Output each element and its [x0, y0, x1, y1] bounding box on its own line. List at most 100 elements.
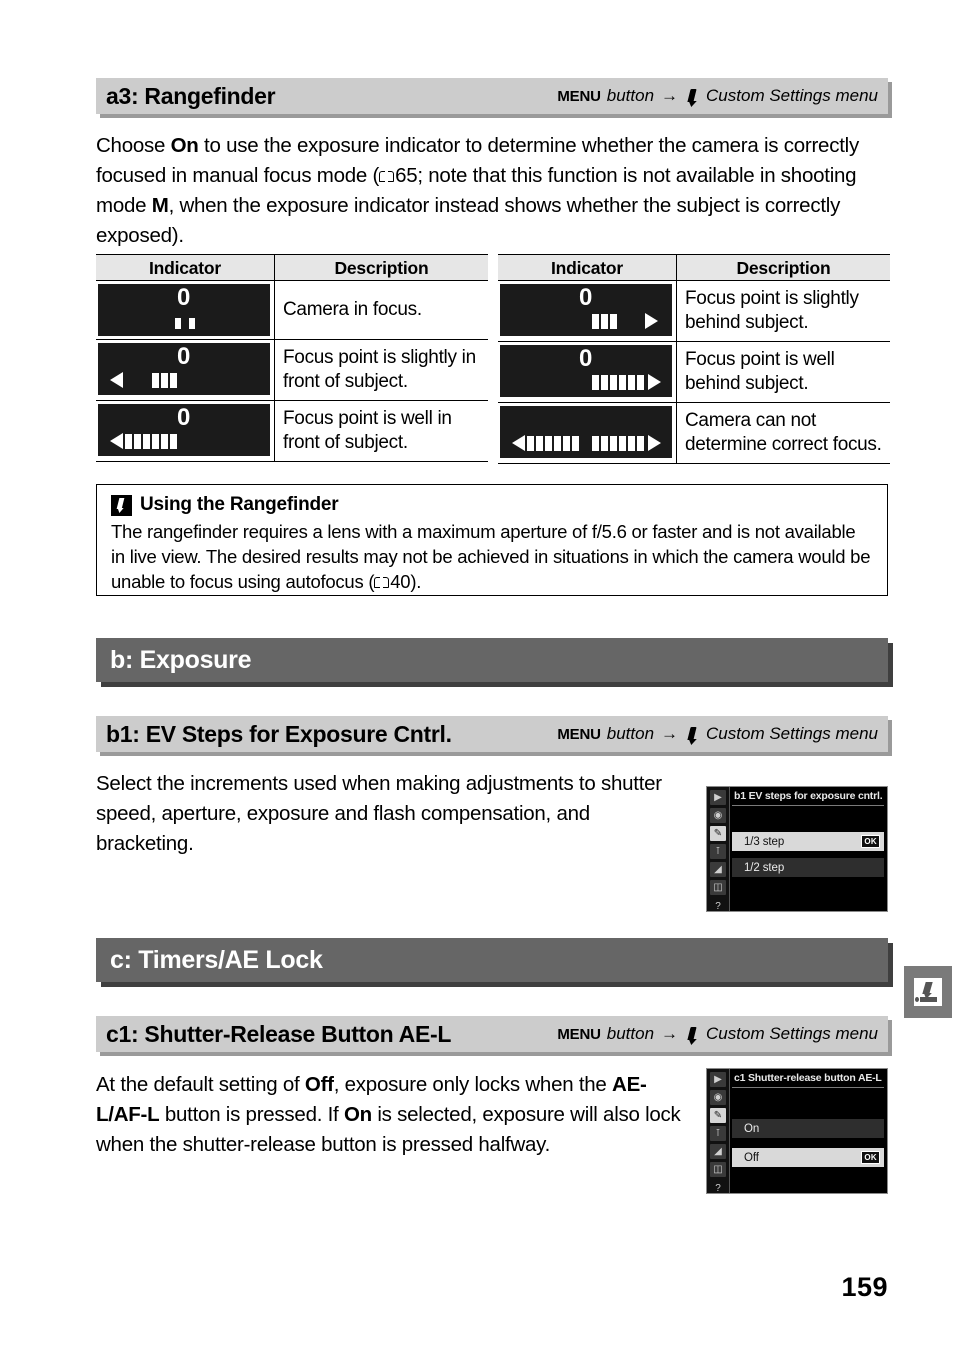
- menu-option-label: 1/2 step: [744, 861, 785, 874]
- note-header: Using the Rangefinder: [111, 494, 873, 516]
- camera-screenshot-b1: ▶ ◉ ✎ ⊺ ◢ ◫ ? b1 EV steps for exposure c…: [706, 786, 888, 912]
- playback-icon[interactable]: ▶: [710, 1072, 726, 1087]
- retouch-icon[interactable]: ◢: [710, 1144, 726, 1159]
- indicator-segment-right: [628, 375, 635, 390]
- retouch-icon[interactable]: ◢: [710, 862, 726, 877]
- indicator-segment-left: [554, 436, 561, 451]
- indicator-segment-right: [610, 375, 617, 390]
- wrench-icon[interactable]: ⊺: [710, 1126, 726, 1141]
- indicator-segment-left: [161, 373, 168, 388]
- menu-button-label: MENU: [557, 87, 601, 105]
- menu-button-label: MENU: [557, 1025, 601, 1043]
- indicator-segment-row: [98, 372, 270, 388]
- indicator-segment-right: [601, 314, 608, 329]
- arrow-right-icon: [645, 313, 658, 329]
- menu-destination-label: Custom Settings menu: [706, 1024, 878, 1043]
- exposure-indicator-display: 0: [98, 404, 270, 456]
- table-row: 0 Focus point is well behind subject.: [498, 342, 890, 403]
- indicator-segment-row: [500, 435, 672, 451]
- note-body-ref: 40).: [390, 571, 422, 592]
- table-row: 0 Focus point is well in front of subject…: [96, 401, 488, 462]
- pencil-icon[interactable]: ✎: [710, 1108, 726, 1123]
- a3-body-bold-on: On: [170, 134, 199, 157]
- table-body: 0 Focus point is slightly behind subject.…: [498, 281, 890, 464]
- indicator-segment-right: [610, 314, 617, 329]
- description-cell: Camera in focus.: [274, 281, 488, 340]
- description-cell: Focus point is slightly behind subject.: [676, 281, 890, 342]
- section-header-b1: b1: EV Steps for Exposure Cntrl. MENU bu…: [96, 716, 888, 752]
- body-paragraph-a3: Choose On to use the exposure indicator …: [96, 131, 891, 251]
- exposure-indicator-display: 0: [500, 345, 672, 397]
- menu-path-a3: MENU button → Custom Settings menu: [557, 86, 878, 106]
- indicator-segment-row: [500, 374, 672, 390]
- tab-bar-shape: [920, 997, 937, 1002]
- exposure-indicator-display: 0: [98, 284, 270, 336]
- ok-badge: OK: [861, 1151, 880, 1164]
- recent-settings-icon[interactable]: ◫: [710, 1162, 726, 1177]
- pencil-icon: [914, 978, 942, 1006]
- menu-option-row[interactable]: 1/2 step: [732, 858, 884, 877]
- table-row: 0 Focus point is slightly in front of sub…: [96, 340, 488, 401]
- description-cell: Focus point is well behind subject.: [676, 342, 890, 403]
- book-reference-icon: [374, 577, 390, 589]
- indicator-tick: [189, 318, 195, 329]
- arrow-right-icon: [648, 374, 661, 390]
- arrow-right-icon: →: [661, 724, 679, 743]
- title-divider: [732, 1087, 884, 1088]
- playback-icon[interactable]: ▶: [710, 790, 726, 805]
- indicator-tick: [175, 318, 181, 329]
- c1-body-bold-off: Off: [304, 1073, 334, 1096]
- exposure-indicator-display: 0: [500, 284, 672, 336]
- page-title-b1: b1: EV Steps for Exposure Cntrl.: [106, 720, 452, 747]
- menu-option-row[interactable]: Off OK: [732, 1148, 884, 1167]
- pencil-icon: [685, 1027, 700, 1044]
- button-word-label: button: [606, 86, 655, 105]
- chapter-tab-custom-settings: [904, 966, 952, 1018]
- menu-option-row[interactable]: 1/3 step OK: [732, 832, 884, 851]
- recent-settings-icon[interactable]: ◫: [710, 880, 726, 895]
- table-row: 0 Camera in focus.: [96, 281, 488, 340]
- group-banner-b-label: b: Exposure: [110, 645, 252, 674]
- group-banner-b: b: Exposure: [96, 638, 888, 682]
- indicator-cell: 0: [96, 281, 274, 340]
- indicator-segment-right: [592, 314, 599, 329]
- arrow-right-icon: [648, 435, 661, 451]
- description-cell: Camera can not determine correct focus.: [676, 403, 890, 464]
- indicator-segment-left: [572, 436, 579, 451]
- indicator-cell: 0: [498, 281, 676, 342]
- camera-icon[interactable]: ◉: [710, 808, 726, 823]
- page-number: 159: [841, 1272, 888, 1302]
- title-divider: [732, 805, 884, 806]
- page-title-c1: c1: Shutter-Release Button AE-L: [106, 1020, 452, 1047]
- pencil-icon[interactable]: ✎: [710, 826, 726, 841]
- indicator-segment-row: [98, 433, 270, 449]
- indicator-segment-right: [601, 375, 608, 390]
- body-paragraph-b1: Select the increments used when making a…: [96, 772, 662, 855]
- indicator-zero-mark: 0: [177, 343, 191, 370]
- menu-option-label: On: [744, 1122, 760, 1135]
- pencil-icon: [685, 727, 700, 744]
- help-icon[interactable]: ?: [710, 899, 726, 911]
- indicator-segment-row: [98, 313, 270, 329]
- menu-option-label: Off: [744, 1151, 759, 1164]
- camera-menu-sidebar: ▶ ◉ ✎ ⊺ ◢ ◫ ?: [707, 1069, 730, 1193]
- a3-body-end: , when the exposure indicator instead sh…: [96, 194, 841, 247]
- indicator-cell: [498, 403, 676, 464]
- description-cell: Focus point is slightly in front of subj…: [274, 340, 488, 401]
- camera-menu-sidebar: ▶ ◉ ✎ ⊺ ◢ ◫ ?: [707, 787, 730, 911]
- menu-option-row[interactable]: On: [732, 1119, 884, 1138]
- arrow-left-icon: [512, 435, 525, 451]
- camera-menu-title: c1 Shutter-release button AE-L: [734, 1072, 882, 1084]
- column-header-indicator: Indicator: [498, 254, 676, 281]
- camera-icon[interactable]: ◉: [710, 1090, 726, 1105]
- indicator-segment-row: [500, 313, 672, 329]
- column-header-indicator: Indicator: [96, 254, 274, 281]
- indicator-cell: 0: [96, 340, 274, 401]
- help-icon[interactable]: ?: [710, 1181, 726, 1193]
- c1-body-mid-1: , exposure only locks when the: [333, 1073, 613, 1096]
- wrench-icon[interactable]: ⊺: [710, 844, 726, 859]
- arrow-right-icon: →: [661, 86, 679, 105]
- manual-page: a3: Rangefinder MENU button → Custom Set…: [0, 0, 954, 1352]
- indicator-segment-right: [592, 436, 599, 451]
- table-header-row: Indicator Description: [498, 254, 890, 281]
